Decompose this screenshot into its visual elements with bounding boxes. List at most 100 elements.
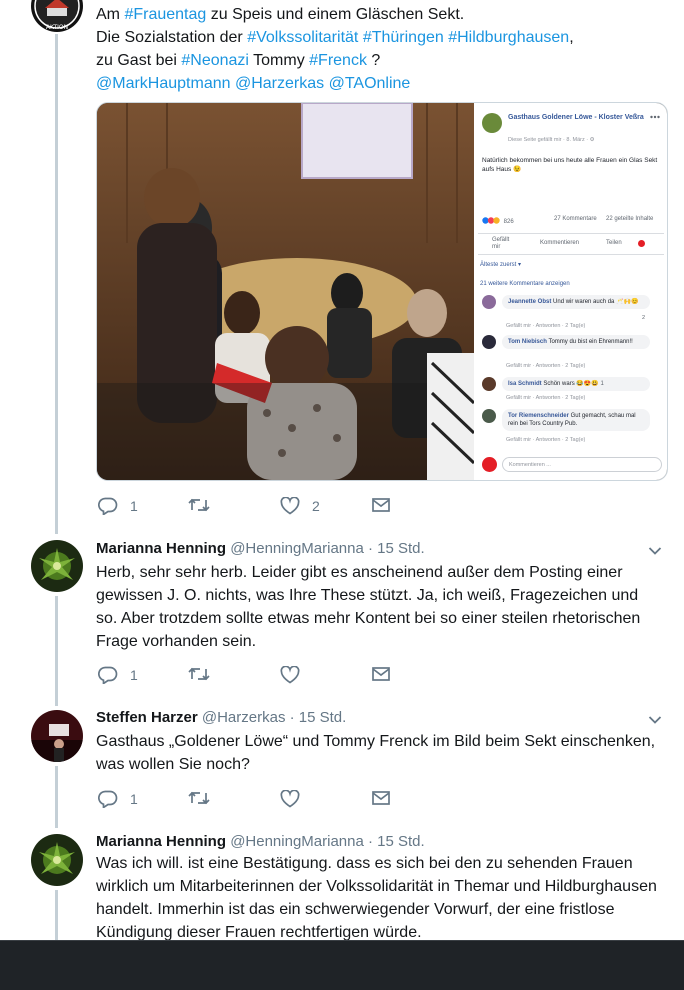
fb-comment: Tor Riemenschneider Gut gemacht, schau m… — [478, 409, 664, 449]
audience-icon — [638, 240, 645, 247]
tweet-text-segment: ? — [371, 52, 381, 69]
commenter-avatar — [482, 409, 496, 423]
chevron-down-icon[interactable] — [648, 715, 662, 725]
display-name[interactable]: Steffen Harzer — [96, 709, 198, 726]
thread-line — [55, 34, 58, 534]
hashtag-link[interactable]: @Harzerkas — [235, 75, 324, 92]
retweet-icon — [188, 667, 210, 681]
hashtag-link[interactable]: #Frenck — [309, 52, 367, 69]
fb-sort: Älteste zuerst ▾ — [480, 262, 522, 268]
reply-icon — [98, 666, 118, 684]
comment-author: Isa Schmidt — [508, 381, 542, 387]
timestamp[interactable]: · 15 Std. — [290, 709, 347, 726]
fb-share-button: Teilen — [606, 240, 622, 246]
svg-text:AKTION: AKTION — [46, 24, 68, 31]
reactions-icon — [482, 217, 502, 224]
tweet-text: Am #Frauentag zu Speis und einem Gläsche… — [96, 3, 662, 95]
reply-button[interactable]: 1 — [98, 497, 138, 515]
tweet-text-segment: Am — [96, 6, 125, 23]
hashtag-link[interactable]: #Thüringen — [363, 29, 444, 46]
hashtag-link[interactable]: #Neonazi — [181, 52, 249, 69]
avatar[interactable] — [31, 540, 83, 592]
fb-stats: 826 27 Kommentare 22 geteilte Inhalte — [482, 216, 660, 225]
fb-like-button: Gefällt mir — [492, 237, 510, 250]
retweet-button[interactable] — [188, 790, 210, 806]
taskbar — [0, 940, 684, 990]
fb-comment: Jeannette Obst Und wir waren auch da 🥂🙌😊… — [478, 295, 664, 335]
fb-buttons: Gefällt mir Kommentieren Teilen — [478, 233, 664, 255]
handle[interactable]: @Harzerkas — [202, 709, 286, 726]
tweet-photo[interactable]: Gasthaus Goldener Löwe - Kloster Veßra D… — [96, 102, 668, 481]
dm-icon — [372, 498, 390, 512]
handle[interactable]: @HenningMarianna — [230, 833, 364, 850]
more-options-icon — [650, 115, 660, 119]
hashtag-link[interactable]: @MarkHauptmann — [96, 75, 231, 92]
tweet-header: Marianna Henning @HenningMarianna · 15 S… — [96, 832, 425, 852]
user-avatar — [482, 457, 497, 472]
comment-footer: Gefällt mir · Antworten · 2 Tag(e) — [506, 395, 586, 401]
tweet-header: Steffen Harzer @Harzerkas · 15 Std. — [96, 708, 346, 728]
timestamp[interactable]: · 15 Std. — [368, 833, 425, 850]
comment-author: Tom Niebisch — [508, 339, 547, 345]
display-name[interactable]: Marianna Henning — [96, 540, 226, 557]
retweet-button[interactable] — [188, 497, 210, 513]
dm-button[interactable] — [372, 790, 390, 806]
tweet-text: Herb, sehr sehr herb. Leider gibt es ans… — [96, 564, 645, 650]
comment-author: Jeannette Obst — [508, 299, 552, 305]
fb-comment-field: Kommentieren ... — [502, 457, 662, 472]
comment-badge: 1 — [600, 381, 604, 387]
retweet-icon — [188, 498, 210, 512]
like-button[interactable] — [280, 666, 300, 684]
commenter-avatar — [482, 295, 496, 309]
tweet-actions: 1 — [96, 666, 416, 688]
retweet-button[interactable] — [188, 666, 210, 682]
dm-button[interactable] — [372, 497, 390, 513]
tweet-text: Gasthaus „Goldener Löwe“ und Tommy Frenc… — [96, 733, 660, 773]
hashtag-link[interactable]: @TAOnline — [329, 75, 411, 92]
fb-more-comments: 21 weitere Kommentare anzeigen — [480, 281, 570, 287]
avatar[interactable] — [31, 710, 83, 762]
like-count: 2 — [312, 498, 320, 514]
reply-button[interactable]: 1 — [98, 666, 138, 684]
thread-line — [55, 596, 58, 706]
commenter-avatar — [482, 335, 496, 349]
shares-count: 22 geteilte Inhalte — [606, 216, 654, 222]
comments-count: 27 Kommentare — [554, 216, 597, 222]
tweet-actions: 1 2 — [96, 497, 416, 519]
comment-author: Tor Riemenschneider — [508, 413, 569, 419]
comment-text: Tommy du bist ein Ehrenmann!! — [548, 339, 633, 345]
reply-count: 1 — [130, 791, 138, 807]
dm-icon — [372, 791, 390, 805]
like-button[interactable]: 2 — [280, 497, 320, 515]
comment-footer: Gefällt mir · Antworten · 2 Tag(e) — [506, 363, 586, 369]
avatar[interactable] — [31, 834, 83, 886]
reply-count: 1 — [130, 498, 138, 514]
tweet-text-segment: Tommy — [248, 52, 310, 69]
handle[interactable]: @HenningMarianna — [230, 540, 364, 557]
thread-line — [55, 766, 58, 828]
display-name[interactable]: Marianna Henning — [96, 833, 226, 850]
hashtag-link[interactable]: #Volkssolitarität — [247, 29, 358, 46]
reply-icon — [98, 790, 118, 808]
hashtag-link[interactable]: #Hildburghausen — [448, 29, 569, 46]
comment-text: Und wir waren auch da 🥂🙌😊 — [553, 299, 639, 305]
reply-icon — [98, 497, 118, 515]
timestamp[interactable]: · 15 Std. — [368, 540, 425, 557]
chevron-down-icon[interactable] — [648, 546, 662, 556]
reply-count: 1 — [130, 667, 138, 683]
retweet-icon — [188, 791, 210, 805]
fb-comment: Tom Niebisch Tommy du bist ein Ehrenmann… — [478, 335, 664, 375]
like-button[interactable] — [280, 790, 300, 808]
avatar[interactable]: AKTION — [31, 0, 83, 32]
comment-badge: 2 — [642, 315, 646, 321]
reply-button[interactable]: 1 — [98, 790, 138, 808]
page-avatar — [482, 113, 502, 133]
like-icon — [280, 790, 300, 808]
dm-button[interactable] — [372, 666, 390, 682]
fb-post-text: Natürlich bekommen bei uns heute alle Fr… — [482, 157, 658, 173]
hashtag-link[interactable]: #Frauentag — [124, 6, 206, 23]
like-icon — [280, 497, 300, 515]
comment-text: Schön wars 😂😍😃 — [543, 381, 599, 387]
tweet-text: Was ich will. ist eine Bestätigung. dass… — [96, 855, 662, 941]
comment-footer: Gefällt mir · Antworten · 2 Tag(e) — [506, 323, 586, 329]
